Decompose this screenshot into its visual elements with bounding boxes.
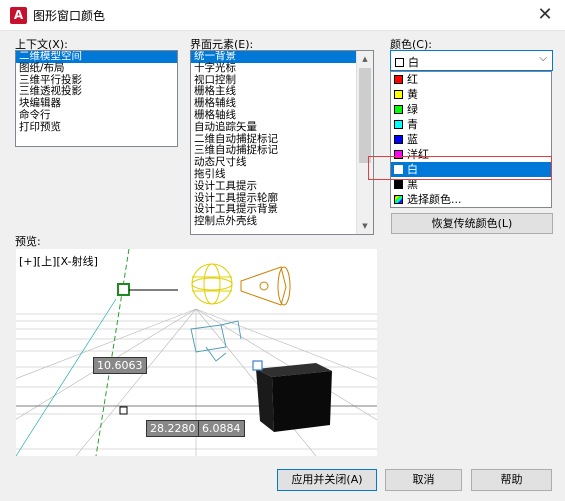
color-option-label: 洋红: [407, 148, 429, 161]
color-option[interactable]: 红: [391, 72, 551, 87]
color-swatch-icon: [394, 105, 403, 114]
color-swatch-icon: [394, 180, 403, 189]
dimension-tooltip-2: 28.2280: [146, 420, 200, 437]
color-option-label: 黄: [407, 88, 418, 101]
color-option[interactable]: 蓝: [391, 132, 551, 147]
color-option[interactable]: 选择颜色...: [391, 192, 551, 207]
color-swatch-icon: [394, 75, 403, 84]
list-item[interactable]: 栅格轴线: [191, 109, 356, 122]
interface-elements-listbox[interactable]: 统一背景 十字光标 视口控制 栅格主线 栅格辅线 栅格轴线 自动追踪矢量 二维自动捕捉标记 三维…: [190, 50, 374, 235]
color-swatch-icon: [394, 135, 403, 144]
color-option[interactable]: 洋红: [391, 147, 551, 162]
color-swatch-icon: [394, 195, 403, 204]
color-swatch-icon: [394, 90, 403, 99]
preview-viewport: [+][上][X-射线] 10.6063 28.2280 6.0884: [16, 249, 377, 456]
cancel-button[interactable]: 取消: [385, 469, 462, 491]
dimension-tooltip-1: 10.6063: [93, 357, 147, 374]
color-swatch-icon: [394, 120, 403, 129]
close-icon[interactable]: ✕: [525, 0, 565, 31]
color-swatch-icon: [394, 165, 403, 174]
color-option[interactable]: 黄: [391, 87, 551, 102]
cube-object: [256, 363, 332, 432]
scrollbar-thumb[interactable]: [359, 68, 371, 163]
list-item[interactable]: 控制点外壳线: [191, 215, 356, 228]
grip-icon: [117, 283, 130, 296]
dimension-tooltip-3: 6.0884: [198, 420, 245, 437]
viewport-label: [+][上][X-射线]: [19, 253, 98, 269]
color-dropdown-list[interactable]: 红黄绿青蓝洋红白黑选择颜色...: [390, 71, 552, 208]
list-item[interactable]: 自动追踪矢量: [191, 121, 356, 134]
color-option-label: 白: [407, 163, 418, 176]
scroll-up-icon[interactable]: ▲: [357, 51, 373, 67]
color-value: 白: [408, 56, 419, 69]
apply-and-close-button[interactable]: 应用并关闭(A): [277, 469, 377, 491]
help-button[interactable]: 帮助: [471, 469, 552, 491]
title-bar: A 图形窗口颜色 ✕: [0, 0, 565, 31]
context-listbox[interactable]: 二维模型空间 图纸/布局 三维平行投影 三维透视投影 块编辑器 命令行 打印预览: [15, 50, 178, 147]
autocad-logo-icon: A: [10, 7, 27, 24]
color-option-label: 选择颜色...: [407, 193, 462, 206]
color-option-label: 绿: [407, 103, 418, 116]
color-option-label: 蓝: [407, 133, 418, 146]
color-option[interactable]: 黑: [391, 177, 551, 192]
color-swatch-icon: [394, 150, 403, 159]
restore-classic-colors-button[interactable]: 恢复传统颜色(L): [391, 213, 553, 234]
color-option[interactable]: 白: [391, 162, 551, 177]
list-item[interactable]: 拖引线: [191, 168, 356, 181]
color-option-label: 青: [407, 118, 418, 131]
light-bulb-icon: [191, 263, 233, 305]
list-item[interactable]: 命令行: [16, 109, 177, 122]
list-item[interactable]: 十字光标: [191, 62, 356, 75]
scroll-down-icon[interactable]: ▼: [357, 218, 373, 234]
preview-label: 预览:: [15, 235, 41, 248]
y-axis-line: [95, 249, 130, 456]
chevron-down-icon[interactable]: ⌵: [539, 53, 547, 64]
color-option-label: 红: [407, 73, 418, 86]
dialog-title: 图形窗口颜色: [33, 9, 106, 23]
color-select[interactable]: 白 ⌵: [390, 50, 553, 71]
color-option[interactable]: 青: [391, 117, 551, 132]
list-item[interactable]: 图纸/布局: [16, 62, 177, 75]
cyan-guide-line: [16, 298, 117, 456]
color-option[interactable]: 绿: [391, 102, 551, 117]
elements-scrollbar[interactable]: ▲ ▼: [356, 51, 373, 234]
color-swatch-icon: [395, 58, 404, 67]
crosshair-icon: [119, 406, 128, 415]
list-item[interactable]: 设计工具提示: [191, 180, 356, 193]
list-item[interactable]: 打印预览: [16, 121, 177, 134]
color-option-label: 黑: [407, 178, 418, 191]
background-app-edge: [0, 31, 9, 501]
selection-grip-icon: [252, 360, 263, 371]
spotlight-icon: [240, 266, 291, 306]
